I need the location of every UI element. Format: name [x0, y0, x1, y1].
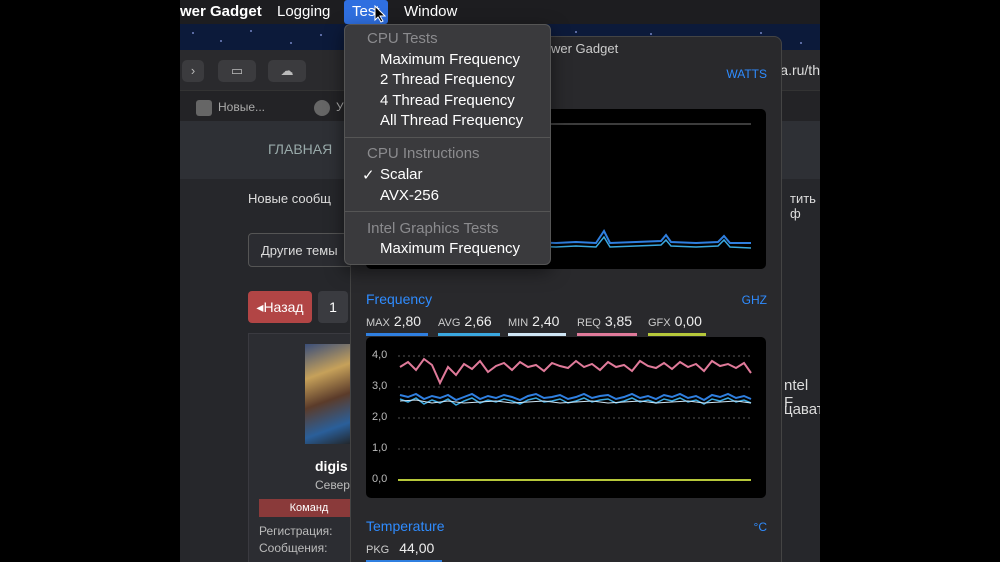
- right-link-fragment[interactable]: тить ф: [790, 191, 820, 221]
- app-menu[interactable]: wer Gadget: [180, 0, 270, 24]
- menu-separator: [345, 211, 550, 212]
- metric-avg: AVG 2,66: [438, 313, 500, 336]
- registration-label: Регистрация:: [259, 524, 333, 538]
- menu-item-avx-256[interactable]: AVX-256: [380, 187, 439, 204]
- menu-window[interactable]: Window: [396, 0, 465, 24]
- menu-item-scalar[interactable]: Scalar: [380, 166, 423, 183]
- back-button[interactable]: ◂Назад: [248, 291, 312, 323]
- new-messages-link[interactable]: Новые сообщ: [248, 191, 331, 206]
- favicon-icon: [314, 99, 330, 116]
- address-bar-fragment[interactable]: a.ru/th: [780, 62, 820, 78]
- frequency-chart: [398, 355, 752, 481]
- metric-gfx: GFX 0,00: [648, 313, 710, 336]
- menu-item-4-thread-frequency[interactable]: 4 Thread Frequency: [380, 92, 515, 109]
- menu-separator: [345, 137, 550, 138]
- checkmark-icon: ✓: [362, 167, 375, 184]
- max-line: [399, 392, 752, 402]
- nav-main[interactable]: ГЛАВНАЯ: [268, 141, 332, 157]
- frequency-metrics: MAX 2,80 AVG 2,66 MIN 2,40 REQ 3,85 GFX 0,00: [366, 313, 766, 337]
- metric-req: REQ 3,85: [577, 313, 639, 336]
- other-topics-select[interactable]: Другие темы: [248, 233, 358, 267]
- avatar[interactable]: [305, 344, 355, 444]
- menu-bar: wer Gadget Logging Test Window: [180, 0, 820, 24]
- forward-button[interactable]: ›: [182, 60, 204, 82]
- power-unit: WATTS: [726, 67, 767, 81]
- user-card: digis Север Команд Регистрация: Сообщени…: [248, 333, 360, 562]
- menu-item-maximum-frequency[interactable]: Maximum Frequency: [380, 51, 520, 68]
- window-title: wer Gadget: [551, 41, 619, 56]
- page-1-button[interactable]: 1: [318, 291, 348, 323]
- test-dropdown-menu: CPU Tests Maximum Frequency 2 Thread Fre…: [344, 24, 551, 265]
- username[interactable]: digis: [315, 458, 348, 474]
- menu-logging[interactable]: Logging: [269, 0, 338, 24]
- metric-max: MAX 2,80: [366, 313, 428, 336]
- sidebar-toggle-button[interactable]: ▭: [218, 60, 256, 82]
- menu-item-2-thread-frequency[interactable]: 2 Thread Frequency: [380, 71, 515, 88]
- post-text-fragment: цавати: [784, 401, 820, 418]
- menu-item-graphics-maximum-frequency[interactable]: Maximum Frequency: [380, 240, 520, 257]
- mouse-cursor-icon: [374, 5, 386, 23]
- favicon-icon: [196, 99, 212, 116]
- frequency-plot: 4,0 3,0 2,0 1,0 0,0: [366, 337, 766, 498]
- menu-item-all-thread-frequency[interactable]: All Thread Frequency: [380, 112, 523, 129]
- temperature-title: Temperature: [366, 518, 445, 534]
- cloud-tabs-icon[interactable]: ☁: [268, 60, 306, 82]
- metric-min: MIN 2,40: [508, 313, 570, 336]
- screen: wer Gadget Logging Test Window › ▭ ☁ a.r…: [180, 0, 820, 562]
- tab-new-messages[interactable]: Новые...: [196, 97, 265, 117]
- menu-header-intel-graphics: Intel Graphics Tests: [367, 220, 499, 237]
- frequency-unit: GHZ: [741, 293, 767, 307]
- user-role-badge: Команд: [259, 499, 359, 517]
- tab-second[interactable]: У: [314, 97, 344, 117]
- req-line: [399, 357, 752, 386]
- temperature-unit: °C: [753, 520, 767, 534]
- menu-header-cpu-instructions: CPU Instructions: [367, 145, 480, 162]
- messages-label: Сообщения:: [259, 541, 328, 555]
- menu-header-cpu-tests: CPU Tests: [367, 30, 438, 47]
- user-location: Север: [315, 478, 350, 492]
- frequency-title: Frequency: [366, 291, 433, 307]
- metric-pkg: PKG 44,00: [366, 540, 442, 562]
